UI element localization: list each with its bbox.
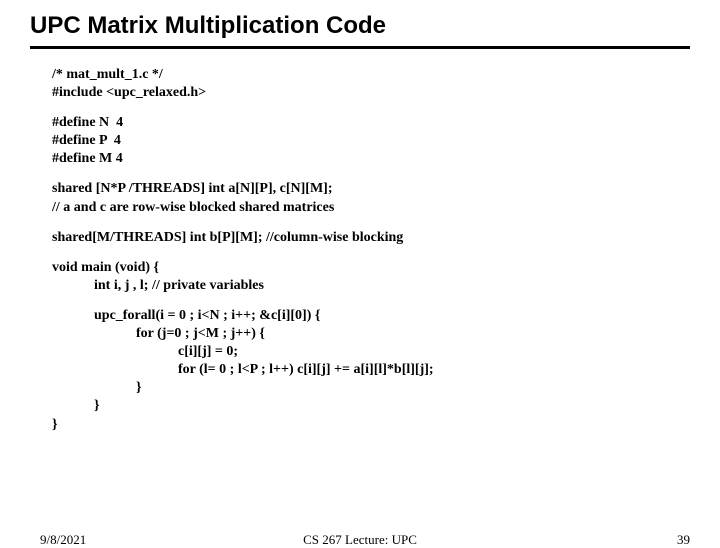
code-line: #define N 4: [52, 115, 720, 131]
code-line: }: [52, 380, 720, 396]
footer-title: CS 267 Lecture: UPC: [0, 532, 720, 548]
slide-title: UPC Matrix Multiplication Code: [0, 0, 720, 46]
code-line: // a and c are row-wise blocked shared m…: [52, 200, 720, 216]
page-number: 39: [677, 532, 690, 548]
code-line: #define P 4: [52, 133, 720, 149]
code-line: /* mat_mult_1.c */: [52, 67, 720, 83]
code-line: }: [52, 398, 720, 414]
code-line: shared[M/THREADS] int b[P][M]; //column-…: [52, 230, 720, 246]
slide: UPC Matrix Multiplication Code /* mat_mu…: [0, 0, 720, 540]
code-line: void main (void) {: [52, 260, 720, 276]
code-line: #include <upc_relaxed.h>: [52, 85, 720, 101]
title-rule: [30, 46, 690, 49]
code-line: for (l= 0 ; l<P ; l++) c[i][j] += a[i][l…: [52, 362, 720, 378]
code-line: upc_forall(i = 0 ; i<N ; i++; &c[i][0]) …: [52, 308, 720, 324]
code-line: #define M 4: [52, 151, 720, 167]
code-line: shared [N*P /THREADS] int a[N][P], c[N][…: [52, 181, 720, 197]
code-line: for (j=0 ; j<M ; j++) {: [52, 326, 720, 342]
code-line: }: [52, 417, 720, 433]
code-line: int i, j , l; // private variables: [52, 278, 720, 294]
code-block: /* mat_mult_1.c */ #include <upc_relaxed…: [0, 49, 720, 433]
code-line: c[i][j] = 0;: [52, 344, 720, 360]
